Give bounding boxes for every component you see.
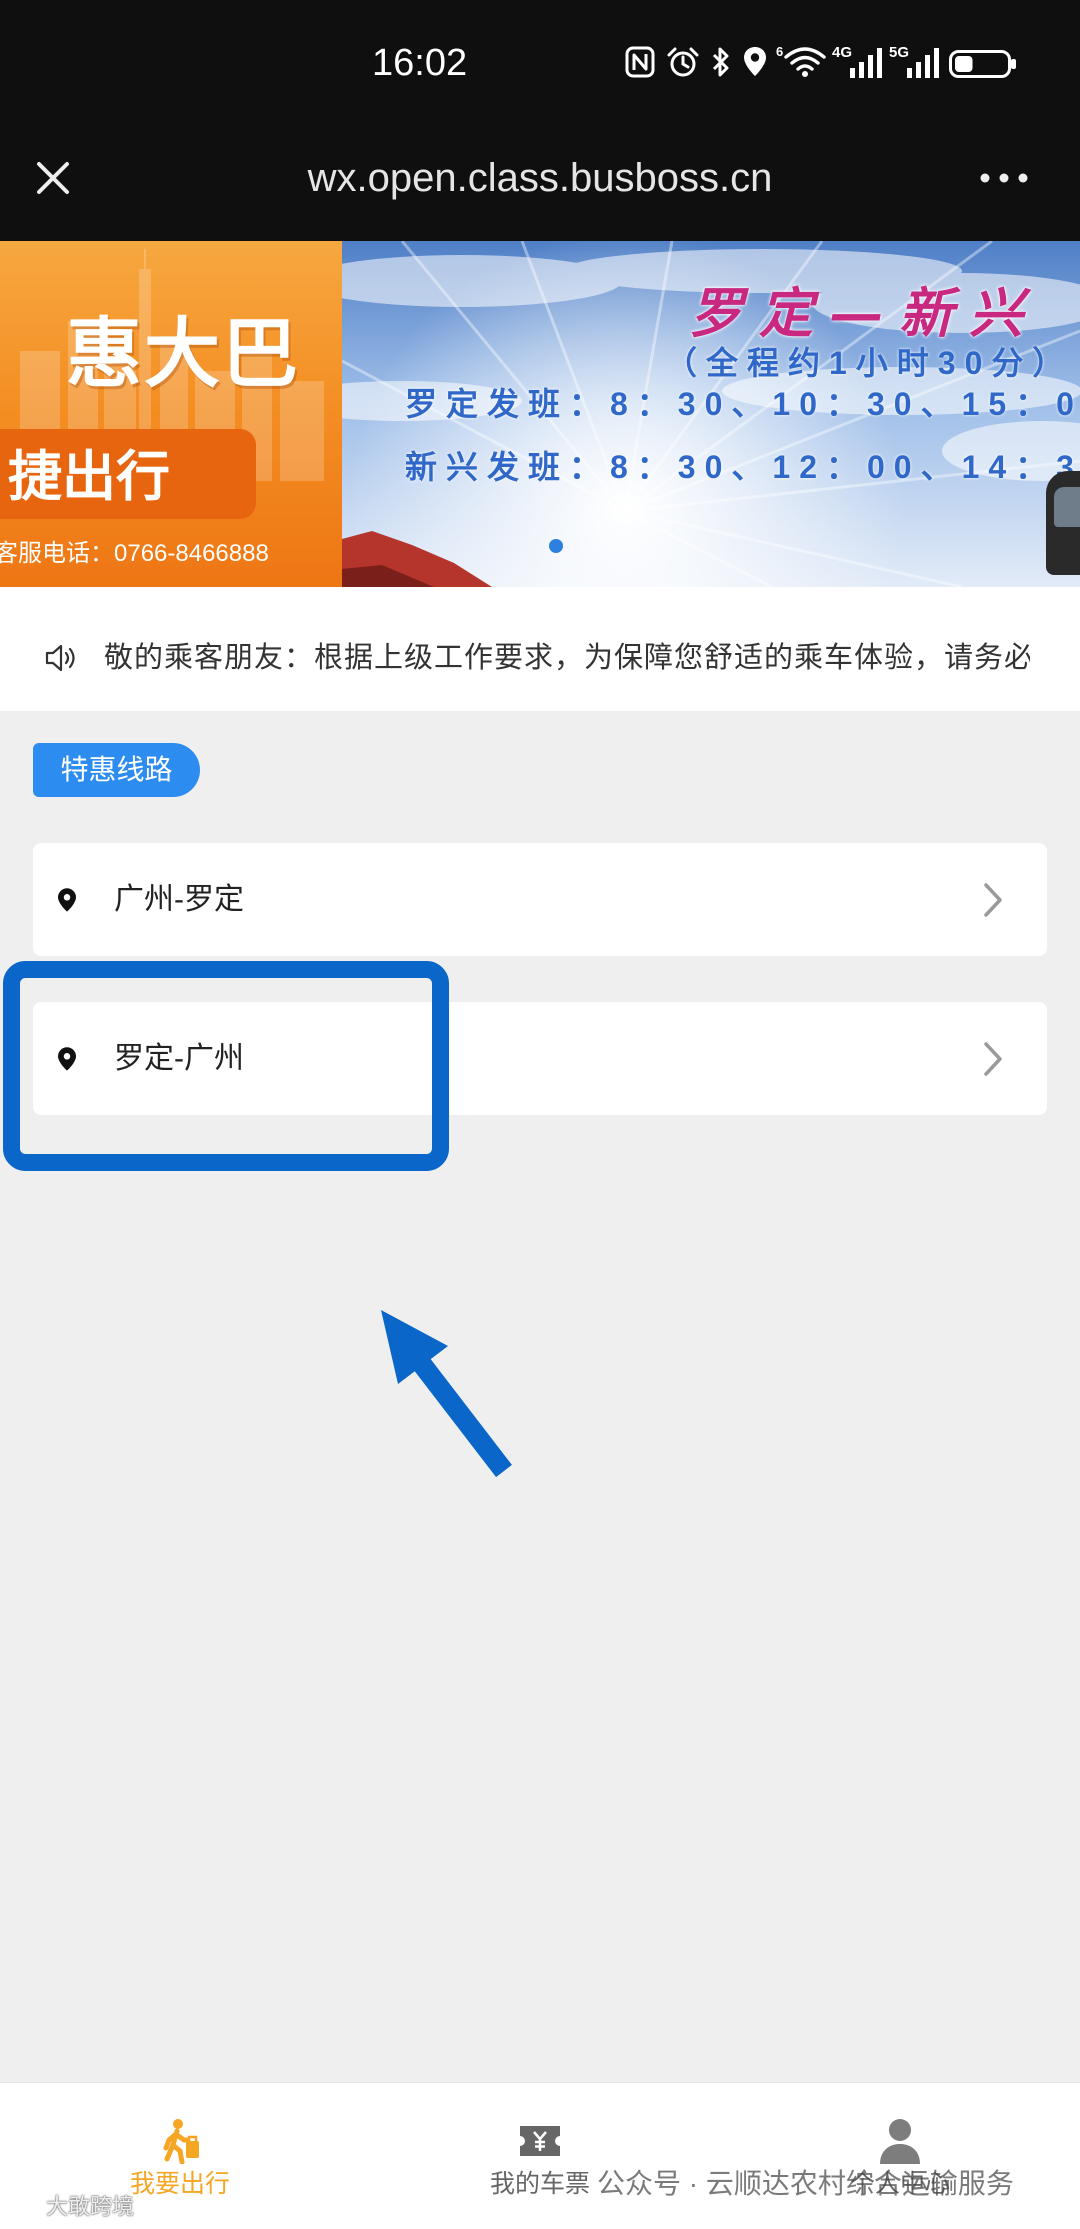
section-badge: 特惠线路	[33, 743, 200, 797]
location-pin-icon	[58, 887, 76, 912]
route-label: 罗定-广州	[114, 1041, 244, 1075]
banner-schedule-xinxing: 新兴发班：8：30、12：00、14：3	[405, 449, 1080, 485]
channel-watermark: 公众号 · 云顺达农村综合运输服务	[597, 2168, 1014, 2199]
banner-left-panel: 惠大巴 捷出行 客服电话：0766-8466888	[0, 241, 342, 587]
wifi-icon	[784, 47, 826, 77]
banner-duration: （全程约1小时30分）	[665, 345, 1074, 381]
tab-profile[interactable]: 个人中心	[720, 2083, 1080, 2229]
tab-my-tickets[interactable]: 我的车票	[360, 2083, 720, 2229]
more-icon[interactable]	[978, 170, 1030, 186]
ticket-icon	[520, 2126, 560, 2156]
location-pin-icon	[58, 1046, 76, 1071]
sim1-network-label: 4G	[832, 44, 853, 61]
banner-title: 惠大巴	[66, 312, 300, 397]
page-url: wx.open.class.busboss.cn	[307, 156, 773, 200]
notice-text: 敬的乘客朋友：根据上级工作要求，为保障您舒适的乘车体验，请务必	[104, 642, 1030, 674]
chevron-right-icon	[984, 1041, 1002, 1076]
skyline-graphic	[20, 249, 324, 481]
route-item[interactable]: 广州-罗定	[33, 843, 1047, 956]
location-icon	[744, 47, 766, 76]
status-time: 16:02	[372, 42, 468, 84]
annotation-arrow-head	[381, 1310, 448, 1384]
route-item[interactable]: 罗定-广州	[33, 1002, 1047, 1115]
alarm-icon	[667, 47, 699, 77]
bluetooth-icon	[712, 47, 729, 77]
wifi-badge: 6	[776, 44, 784, 59]
banner-slogan: 捷出行	[8, 447, 170, 507]
bus-window	[1054, 487, 1080, 527]
brand-logo-icon	[10, 2193, 42, 2216]
signal-5g-icon	[907, 48, 939, 78]
battery-level-fill	[955, 56, 973, 72]
promo-banner[interactable]: 惠大巴 捷出行 客服电话：0766-8466888 罗定—新兴 （全程约1小时3…	[0, 241, 1080, 587]
top-bar: 16:02 6 4G 5G wx.open.class.busboss.cn	[0, 0, 1080, 241]
signal-4g-icon	[850, 48, 882, 78]
battery-icon	[949, 50, 1016, 78]
banner-hotline: 客服电话：0766-8466888	[0, 540, 269, 567]
brand-watermark: 大敢跨境	[46, 2194, 135, 2219]
user-icon	[880, 2119, 920, 2164]
route-label: 广州-罗定	[114, 882, 244, 916]
nfc-icon	[625, 46, 655, 78]
banner-schedule-luoding: 罗定发班：8：30、10：30、15：0	[405, 386, 1080, 422]
sim2-network-label: 5G	[889, 44, 910, 61]
banner-route-title: 罗定—新兴	[689, 281, 1039, 345]
annotation-arrow-shaft	[413, 1356, 512, 1478]
speaker-icon	[45, 644, 75, 672]
banner-right-panel: 罗定—新兴 （全程约1小时30分） 罗定发班：8：30、10：30、15：0 新…	[342, 241, 1080, 587]
traveler-icon	[163, 2119, 199, 2164]
carousel-indicator-dot[interactable]	[549, 539, 563, 553]
bottom-tab-bar: 我要出行 我的车票 个人中心	[0, 2082, 1080, 2229]
chevron-right-icon	[984, 882, 1002, 917]
